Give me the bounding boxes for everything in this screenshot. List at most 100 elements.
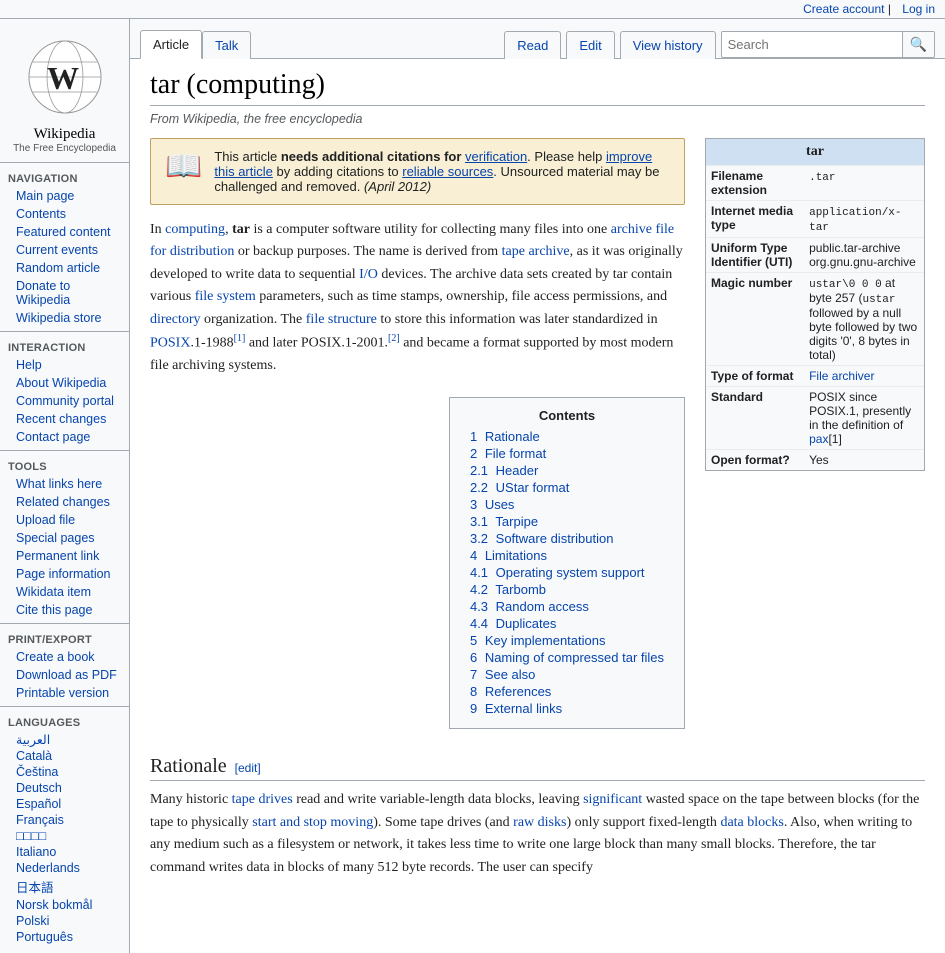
infobox-row-mediatype: Internet media type application/x-tar [706, 201, 924, 238]
infobox-value-open: Yes [804, 450, 924, 471]
sidebar-item-cite[interactable]: Cite this page [0, 601, 129, 619]
wikipedia-logo-icon: W [25, 37, 105, 117]
sidebar-item-current-events[interactable]: Current events [0, 241, 129, 259]
lang-catala[interactable]: Català [0, 748, 129, 764]
search-box: 🔍 [721, 31, 935, 58]
lang-polski[interactable]: Polski [0, 913, 129, 929]
page-tabs: Article Talk Read Edit View history 🔍 [130, 19, 945, 59]
toc-item-3-1: 3.1 Tarpipe [470, 514, 664, 529]
sidebar-item-contents[interactable]: Contents [0, 205, 129, 223]
reliable-sources-link[interactable]: reliable sources [402, 164, 493, 179]
sidebar-item-what-links[interactable]: What links here [0, 475, 129, 493]
infobox-value-filename: .tar [804, 166, 924, 201]
infobox-value-type: File archiver [804, 366, 924, 387]
search-icon: 🔍 [910, 36, 927, 52]
infobox-value-uti: public.tar-archive org.gnu.gnu-archive [804, 238, 924, 273]
lang-norsk[interactable]: Norsk bokmål [0, 897, 129, 913]
tools-header: Tools [0, 455, 129, 475]
tab-talk[interactable]: Talk [202, 31, 251, 59]
sidebar-item-printable[interactable]: Printable version [0, 684, 129, 702]
sidebar-divider [0, 162, 129, 163]
infobox-row-magic: Magic number ustar\0 0 0 at byte 257 (us… [706, 273, 924, 366]
infobox-title: tar [706, 139, 924, 165]
sidebar-item-create-book[interactable]: Create a book [0, 648, 129, 666]
sidebar-item-help[interactable]: Help [0, 356, 129, 374]
verification-link[interactable]: verification [465, 149, 527, 164]
sidebar: W Wikipedia The Free Encyclopedia Naviga… [0, 19, 130, 953]
sidebar-item-related-changes[interactable]: Related changes [0, 493, 129, 511]
lang-francais[interactable]: Français [0, 812, 129, 828]
infobox-label-magic: Magic number [706, 273, 804, 366]
citation-bold: needs additional citations for [281, 149, 462, 164]
sidebar-item-upload-file[interactable]: Upload file [0, 511, 129, 529]
sidebar-item-wikidata[interactable]: Wikidata item [0, 583, 129, 601]
toc-item-4-2: 4.2 Tarbomb [470, 582, 664, 597]
lang-squares[interactable]: □□□□ [0, 828, 129, 844]
table-of-contents: Contents 1 Rationale 2 File format 2.1 H… [449, 397, 685, 729]
sidebar-logo: W [0, 27, 129, 125]
sidebar-logo-subtitle: The Free Encyclopedia [0, 143, 129, 154]
sidebar-item-contact[interactable]: Contact page [0, 428, 129, 446]
lang-espanol[interactable]: Español [0, 796, 129, 812]
sidebar-item-main-page[interactable]: Main page [0, 187, 129, 205]
toc-item-5: 5 Key implementations [470, 633, 664, 648]
top-bar: Create account | Log in [0, 0, 945, 19]
infobox-value-standard: POSIX since POSIX.1, presently in the de… [804, 387, 924, 450]
rationale-heading-text: Rationale [150, 755, 227, 778]
search-button[interactable]: 🔍 [902, 32, 934, 57]
print-header: Print/export [0, 628, 129, 648]
search-input[interactable] [722, 33, 902, 56]
sidebar-item-about[interactable]: About Wikipedia [0, 374, 129, 392]
rationale-text: Many historic tape drives read and write… [150, 789, 925, 879]
lang-deutsch[interactable]: Deutsch [0, 780, 129, 796]
tools-divider [0, 450, 129, 451]
tab-view-history[interactable]: View history [620, 31, 716, 59]
rationale-paragraph: Many historic tape drives read and write… [150, 789, 925, 879]
infobox: tar Filename extension .tar Internet med… [705, 138, 925, 471]
tab-read[interactable]: Read [504, 31, 561, 59]
infobox-value-mediatype: application/x-tar [804, 201, 924, 238]
sidebar-item-special-pages[interactable]: Special pages [0, 529, 129, 547]
sidebar-item-random-article[interactable]: Random article [0, 259, 129, 277]
interaction-header: Interaction [0, 336, 129, 356]
sidebar-item-permanent-link[interactable]: Permanent link [0, 547, 129, 565]
infobox-row-uti: Uniform Type Identifier (UTI) public.tar… [706, 238, 924, 273]
sidebar-item-download-pdf[interactable]: Download as PDF [0, 666, 129, 684]
rationale-edit-button[interactable]: edit [238, 761, 257, 775]
toc-item-1: 1 Rationale [470, 429, 664, 444]
infobox-row-filename: Filename extension .tar [706, 166, 924, 201]
main-content: Article Talk Read Edit View history 🔍 ta… [130, 19, 945, 953]
svg-text:W: W [47, 60, 79, 96]
toc-item-4-3: 4.3 Random access [470, 599, 664, 614]
infobox-label-filename: Filename extension [706, 166, 804, 201]
sidebar-item-page-information[interactable]: Page information [0, 565, 129, 583]
lang-arabic[interactable]: العربية [0, 731, 129, 748]
infobox-row-type: Type of format File archiver [706, 366, 924, 387]
infobox-label-standard: Standard [706, 387, 804, 450]
languages-divider [0, 706, 129, 707]
log-in-link[interactable]: Log in [902, 2, 935, 16]
sidebar-item-community-portal[interactable]: Community portal [0, 392, 129, 410]
print-divider [0, 623, 129, 624]
sidebar-item-store[interactable]: Wikipedia store [0, 309, 129, 327]
rationale-edit-link: [edit] [235, 761, 261, 775]
create-account-link[interactable]: Create account [803, 2, 884, 16]
lang-japanese[interactable]: 日本語 [0, 876, 129, 897]
lang-italiano[interactable]: Italiano [0, 844, 129, 860]
lang-portugues[interactable]: Português [0, 929, 129, 945]
toc-item-2: 2 File format 2.1 Header 2.2 UStar forma… [470, 446, 664, 495]
infobox-label-open: Open format? [706, 450, 804, 471]
lang-cestina[interactable]: Čeština [0, 764, 129, 780]
sidebar-logo-title: Wikipedia [0, 125, 129, 143]
sidebar-item-donate[interactable]: Donate to Wikipedia [0, 277, 129, 309]
toc-title: Contents [470, 408, 664, 423]
toc-item-2-1: 2.1 Header [470, 463, 664, 478]
lang-nederlands[interactable]: Nederlands [0, 860, 129, 876]
toc-item-3-2: 3.2 Software distribution [470, 531, 664, 546]
tab-edit[interactable]: Edit [566, 31, 614, 59]
sidebar-item-recent-changes[interactable]: Recent changes [0, 410, 129, 428]
tab-article[interactable]: Article [140, 30, 202, 59]
citation-date: (April 2012) [364, 179, 431, 194]
sidebar-item-featured-content[interactable]: Featured content [0, 223, 129, 241]
toc-item-4-1: 4.1 Operating system support [470, 565, 664, 580]
